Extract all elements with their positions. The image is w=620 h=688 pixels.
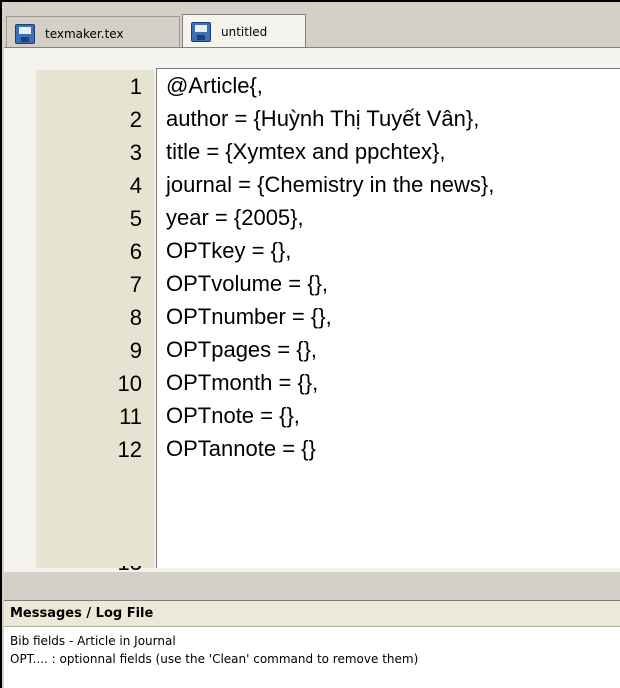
code-line[interactable]: OPTkey = {}, [157,234,620,267]
line-number: 6 [129,239,142,264]
log-output[interactable]: Bib fields - Article in Journal OPT.... … [4,627,620,668]
line-number: 9 [129,338,142,363]
line-number: 12 [117,437,142,462]
code-line[interactable]: OPTpages = {}, [157,333,620,366]
code-line[interactable]: @Article{, [157,69,620,102]
line-number: 8 [129,305,142,330]
log-line: Bib fields - Article in Journal [10,634,176,648]
tab-label: untitled [221,25,268,39]
splitter[interactable] [4,574,620,600]
line-number: 3 [129,140,142,165]
line-number: 4 [129,173,142,198]
code-line[interactable]: year = {2005}, [157,201,620,234]
code-line[interactable]: title = {Xymtex and ppchtex}, [157,135,620,168]
line-number-partial: 13 [36,566,154,572]
floppy-disk-icon [15,23,35,44]
code-line[interactable]: author = {Huỳnh Thị Tuyết Vân}, [157,102,620,135]
line-number: 1 [129,74,142,99]
log-line: OPT.... : optionnal fields (use the 'Cle… [10,652,419,666]
code-line[interactable]: OPTannote = {} [157,432,620,465]
line-number: 7 [129,272,142,297]
line-number: 13 [36,566,154,572]
tab-label: texmaker.tex [45,26,124,41]
code-line[interactable]: OPTnote = {}, [157,399,620,432]
code-line[interactable]: OPTnumber = {}, [157,300,620,333]
line-number: 10 [117,371,142,396]
messages-title: Messages / Log File [4,601,620,627]
code-line[interactable]: journal = {Chemistry in the news}, [157,168,620,201]
editor-pane: 1 2 3 4 5 6 7 8 9 10 11 12 13 @Article{,… [4,47,620,572]
floppy-disk-icon [191,22,211,42]
code-editor[interactable]: @Article{, author = {Huỳnh Thị Tuyết Vân… [156,68,620,568]
messages-panel: Messages / Log File Bib fields - Article… [4,600,620,688]
tab-untitled[interactable]: untitled [182,14,306,50]
texmaker-window: texmaker.tex untitled 1 2 3 4 5 6 7 8 9 … [0,0,620,688]
line-number: 5 [129,206,142,231]
code-line[interactable]: OPTmonth = {}, [157,366,620,399]
line-number: 2 [129,107,142,132]
line-number: 11 [119,404,142,429]
tab-bar: texmaker.tex untitled [4,4,620,50]
tab-texmaker[interactable]: texmaker.tex [6,16,180,50]
line-number-gutter: 1 2 3 4 5 6 7 8 9 10 11 12 [36,70,154,568]
code-line[interactable]: OPTvolume = {}, [157,267,620,300]
